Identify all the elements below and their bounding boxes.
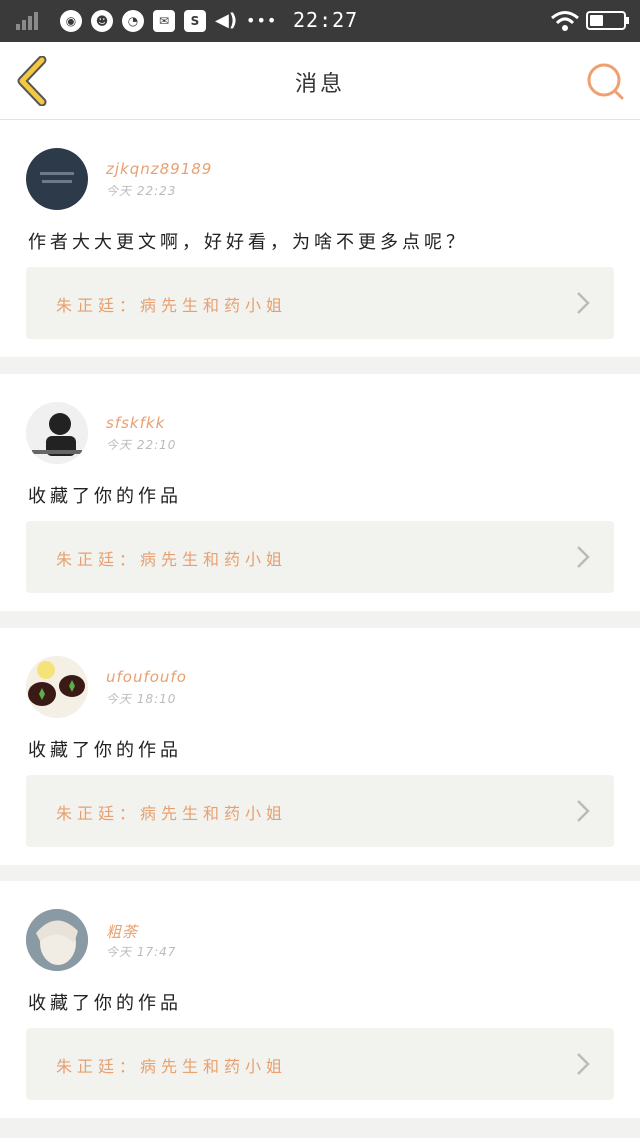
qq-icon: ☻	[91, 10, 113, 32]
message-card[interactable]: 粗荼 今天 17:47 收藏了你的作品 朱正廷：病先生和药小姐	[0, 881, 640, 1118]
work-link[interactable]: 朱正廷：病先生和药小姐	[26, 521, 614, 593]
work-title: 朱正廷：病先生和药小姐	[56, 550, 288, 569]
wechat-icon: ◔	[122, 10, 144, 32]
message-card[interactable]: zjkqnz89189 今天 22:23 作者大大更文啊，好好看，为啥不更多点呢…	[0, 120, 640, 357]
signal-icon	[16, 12, 44, 30]
avatar[interactable]	[26, 656, 88, 718]
avatar[interactable]	[26, 402, 88, 464]
s-app-icon: S	[184, 10, 206, 32]
wifi-icon	[551, 11, 579, 31]
username[interactable]: sfskfkk	[106, 414, 165, 432]
volume-icon: ◀)	[215, 10, 238, 31]
message-time: 今天 18:10	[106, 692, 177, 706]
chevron-right-icon	[577, 1053, 590, 1075]
message-time: 今天 22:23	[106, 184, 177, 198]
search-icon[interactable]	[584, 60, 626, 102]
work-title: 朱正廷：病先生和药小姐	[56, 1057, 288, 1076]
message-text: 收藏了你的作品	[28, 486, 182, 507]
status-bar: ◉ ☻ ◔ ✉ S ◀) ••• 22:27	[0, 0, 640, 42]
message-text: 收藏了你的作品	[28, 993, 182, 1014]
work-link[interactable]: 朱正廷：病先生和药小姐	[26, 267, 614, 339]
message-text: 作者大大更文啊，好好看，为啥不更多点呢？	[28, 232, 468, 253]
username[interactable]: 粗荼	[106, 921, 138, 942]
work-link[interactable]: 朱正廷：病先生和药小姐	[26, 1028, 614, 1100]
message-card[interactable]: sfskfkk 今天 22:10 收藏了你的作品 朱正廷：病先生和药小姐	[0, 374, 640, 611]
page-title: 消息	[294, 72, 345, 97]
work-title: 朱正廷：病先生和药小姐	[56, 296, 288, 315]
message-card[interactable]: ufoufoufo 今天 18:10 收藏了你的作品 朱正廷：病先生和药小姐	[0, 628, 640, 865]
chevron-right-icon	[577, 546, 590, 568]
message-text: 收藏了你的作品	[28, 740, 182, 761]
more-dots: •••	[246, 11, 278, 30]
message-time: 今天 17:47	[106, 945, 177, 959]
mail-icon: ✉	[153, 10, 175, 32]
username[interactable]: ufoufoufo	[106, 668, 187, 686]
message-time: 今天 22:10	[106, 438, 177, 452]
avatar[interactable]	[26, 909, 88, 971]
chevron-right-icon	[577, 292, 590, 314]
username[interactable]: zjkqnz89189	[106, 160, 212, 178]
notification-icons: ◉ ☻ ◔ ✉ S ◀) •••	[60, 9, 277, 33]
avatar[interactable]	[26, 148, 88, 210]
battery-icon	[586, 11, 629, 30]
header-bar: 消息	[0, 42, 640, 120]
status-time: 22:27	[293, 8, 359, 32]
work-title: 朱正廷：病先生和药小姐	[56, 804, 288, 823]
work-link[interactable]: 朱正廷：病先生和药小姐	[26, 775, 614, 847]
browser-icon: ◉	[60, 10, 82, 32]
chevron-right-icon	[577, 800, 590, 822]
